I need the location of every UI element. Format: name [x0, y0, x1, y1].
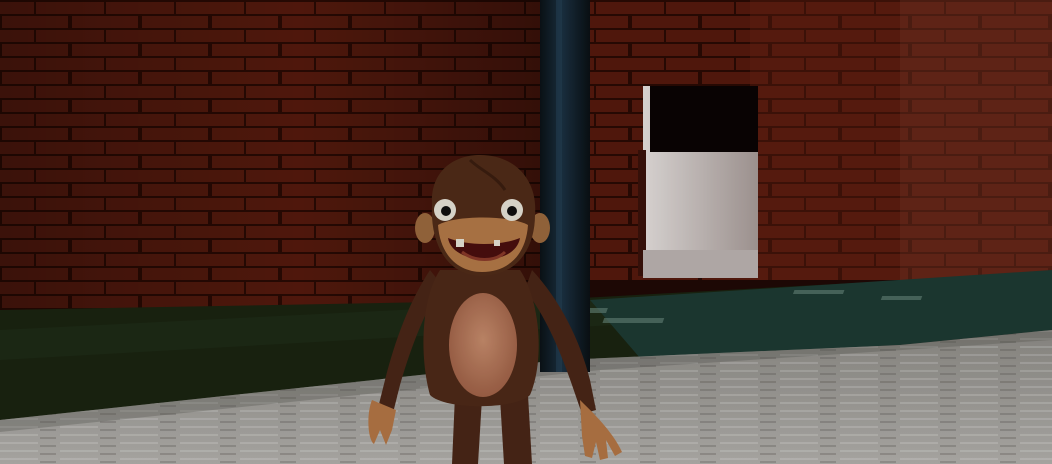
scene-render [0, 0, 1052, 464]
game-viewport[interactable] [0, 0, 1052, 464]
